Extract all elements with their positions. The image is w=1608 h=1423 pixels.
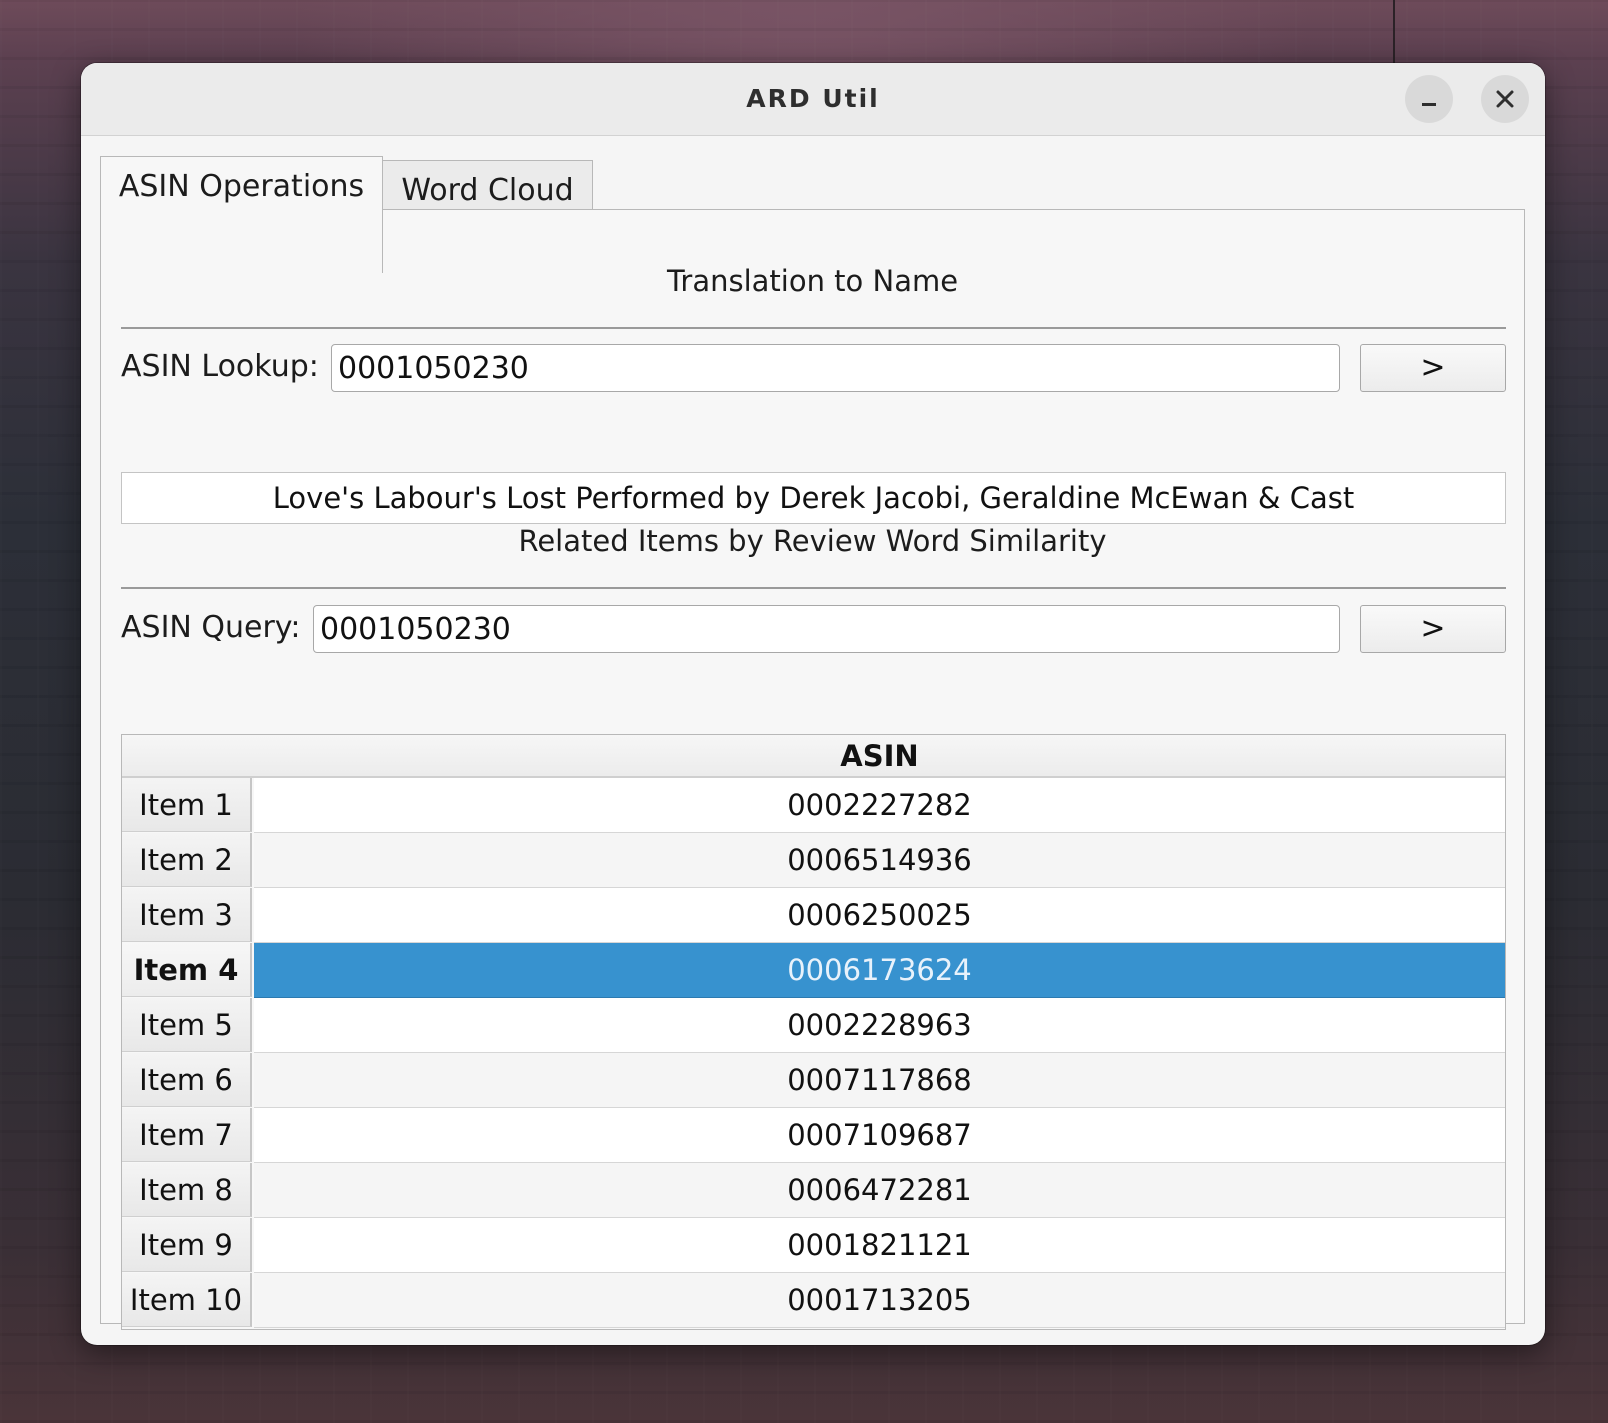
- tab-seam: [101, 207, 382, 211]
- asin-cell[interactable]: 0006472281: [254, 1163, 1505, 1218]
- translation-result: Love's Labour's Lost Performed by Derek …: [121, 472, 1506, 524]
- asin-query-submit-button[interactable]: >: [1360, 605, 1506, 653]
- minimize-button[interactable]: [1405, 75, 1453, 123]
- table-row[interactable]: Item 9 0001821121: [122, 1218, 1505, 1273]
- asin-cell[interactable]: 0001821121: [254, 1218, 1505, 1273]
- row-header[interactable]: Item 7: [122, 1108, 252, 1162]
- tab-panel-asin-operations: Translation to Name ASIN Lookup: > Love'…: [100, 209, 1525, 1330]
- table-header[interactable]: ASIN: [122, 735, 1505, 778]
- background-pole: [1393, 0, 1395, 64]
- table-row[interactable]: Item 7 0007109687: [122, 1108, 1505, 1163]
- tab-label: Word Cloud: [401, 173, 574, 208]
- tab-label: ASIN Operations: [118, 169, 365, 204]
- minimize-icon: [1422, 103, 1436, 106]
- asin-query-label: ASIN Query:: [121, 610, 301, 645]
- section-divider: [121, 327, 1506, 329]
- asin-cell[interactable]: 0007109687: [254, 1108, 1505, 1163]
- section-divider: [121, 587, 1506, 589]
- window-title: ARD Util: [746, 84, 880, 113]
- column-header-asin[interactable]: ASIN: [254, 735, 1505, 776]
- asin-cell[interactable]: 0006514936: [254, 833, 1505, 888]
- row-header[interactable]: Item 6: [122, 1053, 252, 1107]
- app-window: ARD Util ASIN Operations Word Cloud Tran…: [81, 63, 1545, 1345]
- related-items-heading: Related Items by Review Word Similarity: [518, 524, 1107, 558]
- table-row[interactable]: Item 3 0006250025: [122, 888, 1505, 943]
- asin-cell[interactable]: 0006173624: [254, 943, 1505, 998]
- row-header[interactable]: Item 2: [122, 833, 252, 887]
- table-row[interactable]: Item 1 0002227282: [122, 778, 1505, 833]
- tab-asin-operations[interactable]: ASIN Operations: [100, 156, 383, 273]
- table-row[interactable]: Item 5 0002228963: [122, 998, 1505, 1053]
- asin-lookup-input[interactable]: [331, 344, 1340, 392]
- row-header[interactable]: Item 5: [122, 998, 252, 1052]
- asin-cell[interactable]: 0007117868: [254, 1053, 1505, 1108]
- asin-lookup-label: ASIN Lookup:: [121, 349, 319, 384]
- row-header[interactable]: Item 3: [122, 888, 252, 942]
- row-header[interactable]: Item 1: [122, 778, 252, 832]
- table-row[interactable]: Item 2 0006514936: [122, 833, 1505, 888]
- asin-cell[interactable]: 0001713205: [254, 1273, 1505, 1328]
- table-row[interactable]: Item 6 0007117868: [122, 1053, 1505, 1108]
- asin-cell[interactable]: 0002227282: [254, 778, 1505, 833]
- close-icon: [1496, 90, 1514, 108]
- row-header[interactable]: Item 8: [122, 1163, 252, 1217]
- row-header[interactable]: Item 10: [122, 1273, 252, 1327]
- related-items-table: ASIN Item 1 0002227282 Item 2 0006514936 Ite…: [121, 734, 1506, 1330]
- asin-cell[interactable]: 0002228963: [254, 998, 1505, 1053]
- title-bar[interactable]: ARD Util: [81, 63, 1545, 136]
- row-header[interactable]: Item 9: [122, 1218, 252, 1272]
- table-row[interactable]: Item 8 0006472281: [122, 1163, 1505, 1218]
- asin-cell[interactable]: 0006250025: [254, 888, 1505, 943]
- asin-lookup-submit-button[interactable]: >: [1360, 344, 1506, 392]
- close-button[interactable]: [1481, 75, 1529, 123]
- table-row[interactable]: Item 4 0006173624: [122, 943, 1505, 998]
- row-header[interactable]: Item 4: [122, 943, 252, 997]
- asin-query-input[interactable]: [313, 605, 1340, 653]
- table-row[interactable]: Item 10 0001713205: [122, 1273, 1505, 1328]
